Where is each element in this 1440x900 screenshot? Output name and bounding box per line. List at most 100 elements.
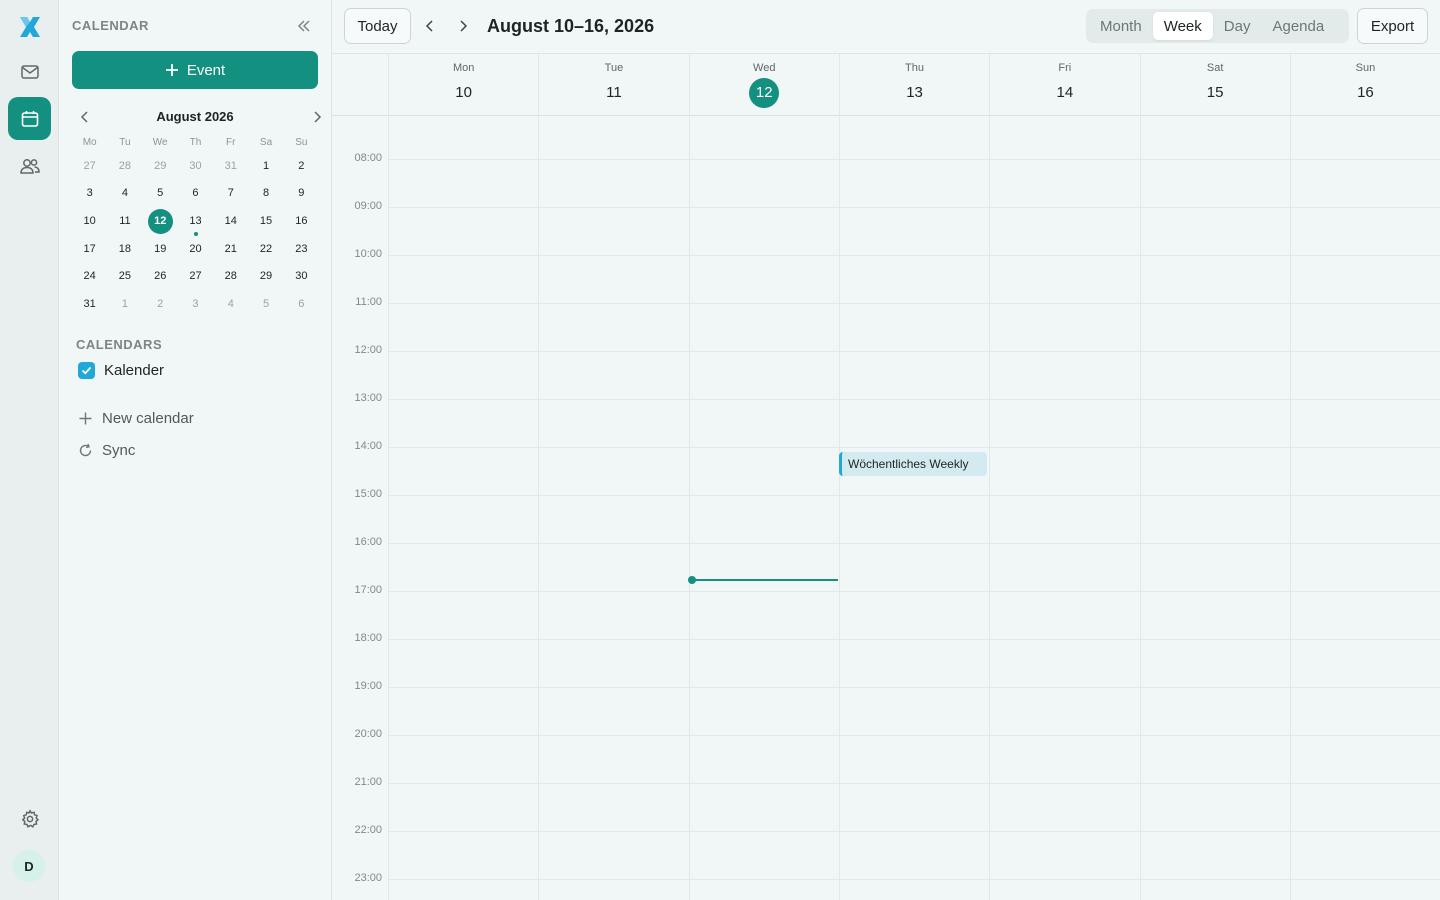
mini-day[interactable]: 28 <box>107 153 142 179</box>
hour-gridline <box>388 495 1440 496</box>
mini-day[interactable]: 27 <box>178 263 213 289</box>
mini-day[interactable]: 19 <box>143 236 178 262</box>
collapse-sidebar-icon[interactable] <box>294 16 314 36</box>
mini-day[interactable]: 14 <box>213 208 248 234</box>
mini-day[interactable]: 6 <box>178 180 213 206</box>
mini-day[interactable]: 22 <box>248 236 283 262</box>
day-column-header-wed[interactable]: Wed 12 <box>688 54 839 116</box>
day-column-header-tue[interactable]: Tue 11 <box>538 54 688 116</box>
calendar-main: Today August 10–16, 2026 Month Week Day Age… <box>332 0 1440 900</box>
view-agenda-tab[interactable]: Agenda <box>1261 12 1335 40</box>
hour-label: 22:00 <box>354 824 382 836</box>
week-grid[interactable]: 23:00 22:00 21:00 20:00 19:00 18:00 17:00 16:00… <box>332 116 1440 900</box>
day-column-header-sat[interactable]: Sat 15 <box>1139 54 1290 116</box>
event-item[interactable]: Wöchentliches Weekly <box>839 452 987 476</box>
mini-weekday-label: Su <box>295 137 308 148</box>
mini-day[interactable]: 7 <box>213 180 248 206</box>
hour-gridline <box>388 351 1440 352</box>
hour-label: 20:00 <box>354 728 382 740</box>
view-week-tab[interactable]: Week <box>1152 12 1213 40</box>
settings-nav-button[interactable] <box>8 797 51 840</box>
mini-day[interactable]: 27 <box>72 153 107 179</box>
mini-day[interactable]: 23 <box>284 236 319 262</box>
mini-day[interactable]: 9 <box>284 180 319 206</box>
calendar-sidebar: CALENDAR Event August 2026 Mo Tu We Th Fr Sa S… <box>60 0 332 900</box>
mini-day[interactable]: 5 <box>143 180 178 206</box>
mini-day[interactable]: 24 <box>72 263 107 289</box>
mini-day[interactable]: 28 <box>213 263 248 289</box>
hour-gridline <box>388 879 1440 880</box>
hour-gridline <box>388 783 1440 784</box>
mini-day[interactable]: 29 <box>248 263 283 289</box>
mini-day[interactable]: 8 <box>248 180 283 206</box>
mini-day[interactable]: 18 <box>107 236 142 262</box>
mini-day[interactable]: 25 <box>107 263 142 289</box>
mini-day[interactable]: 20 <box>178 236 213 262</box>
mini-day[interactable]: 4 <box>107 180 142 206</box>
export-button[interactable]: Export <box>1357 8 1428 44</box>
day-column-header-fri[interactable]: Fri 14 <box>989 54 1139 116</box>
mini-weekday-label: Tu <box>119 137 131 148</box>
mini-day[interactable]: 13 <box>178 208 213 236</box>
sync-button[interactable]: Sync <box>78 442 135 459</box>
view-day-tab[interactable]: Day <box>1213 12 1262 40</box>
mini-day[interactable]: 30 <box>178 153 213 179</box>
mini-day[interactable]: 6 <box>284 291 319 317</box>
mini-next-month-icon[interactable] <box>309 109 325 125</box>
mini-day[interactable]: 3 <box>72 180 107 206</box>
mini-day[interactable]: 31 <box>72 291 107 317</box>
calendar-checkbox[interactable] <box>78 362 95 379</box>
day-column-header-sun[interactable]: Sun 16 <box>1289 54 1440 116</box>
mini-day[interactable]: 2 <box>284 153 319 179</box>
mini-day[interactable]: 30 <box>284 263 319 289</box>
new-calendar-button[interactable]: New calendar <box>78 410 194 427</box>
mini-day[interactable]: 26 <box>143 263 178 289</box>
mini-day[interactable]: 11 <box>107 208 142 234</box>
avatar[interactable]: D <box>13 850 45 882</box>
day-name: Fri <box>1058 62 1072 74</box>
mini-day[interactable]: 21 <box>213 236 248 262</box>
mini-day[interactable]: 2 <box>143 291 178 317</box>
new-calendar-label: New calendar <box>102 410 194 427</box>
hour-label: 17:00 <box>354 584 382 596</box>
mini-day[interactable]: 1 <box>107 291 142 317</box>
mini-day[interactable]: 16 <box>284 208 319 234</box>
mini-day[interactable]: 29 <box>143 153 178 179</box>
mini-day[interactable]: 5 <box>248 291 283 317</box>
prev-week-icon[interactable] <box>422 18 438 34</box>
mini-day[interactable]: 4 <box>213 291 248 317</box>
hour-label: 18:00 <box>354 632 382 644</box>
mail-nav-button[interactable] <box>8 50 51 93</box>
contacts-nav-button[interactable] <box>8 144 51 187</box>
view-month-tab[interactable]: Month <box>1089 12 1153 40</box>
mini-day[interactable]: 31 <box>213 153 248 179</box>
today-button[interactable]: Today <box>344 8 411 44</box>
new-event-button[interactable]: Event <box>72 51 318 89</box>
calendar-icon <box>21 110 38 127</box>
hour-gridline <box>388 207 1440 208</box>
calendar-nav-button[interactable] <box>8 97 51 140</box>
mini-day[interactable]: 3 <box>178 291 213 317</box>
mini-day-today[interactable]: 12 <box>143 208 178 234</box>
mini-day[interactable]: 17 <box>72 236 107 262</box>
hour-gridline <box>388 591 1440 592</box>
hour-label: 23:00 <box>354 872 382 884</box>
mini-day[interactable]: 15 <box>248 208 283 234</box>
hour-label: 19:00 <box>354 680 382 692</box>
day-column-header-thu[interactable]: Thu 13 <box>838 54 989 116</box>
view-switcher: Month Week Day Agenda <box>1086 9 1349 43</box>
mini-week-row: 27 28 29 30 31 1 2 <box>72 152 319 180</box>
logo-icon[interactable] <box>15 12 45 42</box>
calendar-item-kalender[interactable]: Kalender <box>78 362 164 379</box>
mini-day[interactable]: 10 <box>72 208 107 234</box>
next-week-icon[interactable] <box>455 18 471 34</box>
mini-day[interactable]: 1 <box>248 153 283 179</box>
day-name: Thu <box>905 62 925 74</box>
day-column-header-mon[interactable]: Mon 10 <box>388 54 538 116</box>
sidebar-title: CALENDAR <box>72 18 149 33</box>
hour-label: 14:00 <box>354 440 382 452</box>
hour-gridline <box>388 303 1440 304</box>
settings-icon <box>21 808 39 828</box>
hour-label: 09:00 <box>354 200 382 212</box>
hour-gridline <box>388 255 1440 256</box>
